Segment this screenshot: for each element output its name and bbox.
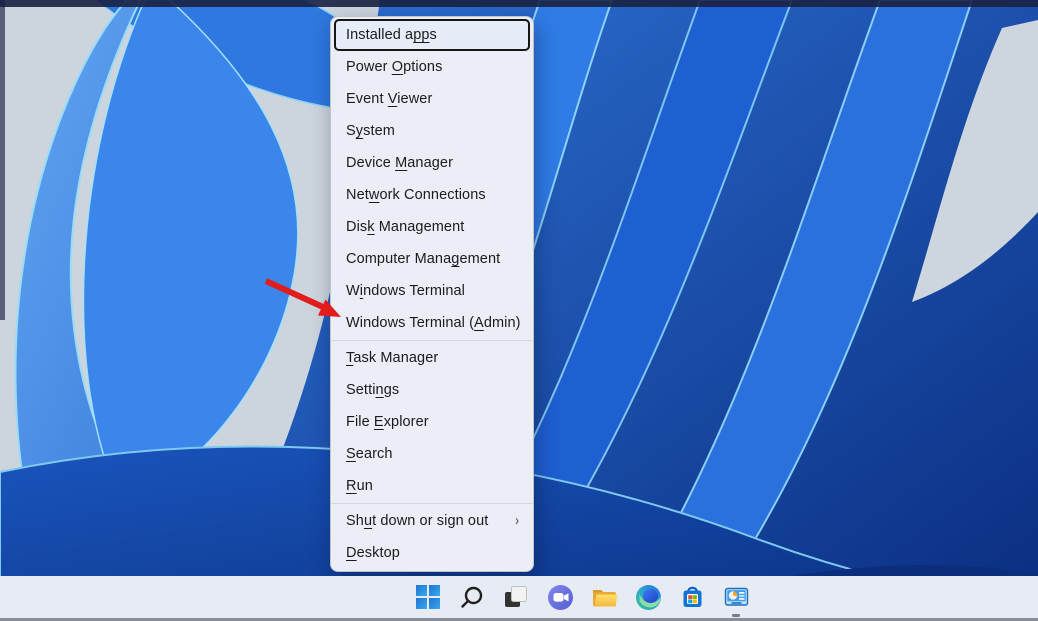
- menu-item-label: Network Connections: [346, 187, 486, 203]
- submenu-chevron-icon: ›: [515, 513, 519, 529]
- microsoft-store-icon: [679, 584, 706, 611]
- menu-item-label: Desktop: [346, 545, 400, 561]
- menu-item-task-manager[interactable]: Task Manager: [334, 342, 530, 374]
- running-app-indicator: [732, 614, 740, 617]
- menu-item-label: Installed apps: [346, 27, 437, 43]
- menu-item-label: Windows Terminal: [346, 283, 465, 299]
- menu-item-network-connections[interactable]: Network Connections: [334, 179, 530, 211]
- start-icon: [415, 584, 441, 610]
- chat-icon: [547, 584, 574, 611]
- menu-item-desktop[interactable]: Desktop: [334, 537, 530, 569]
- menu-item-windows-terminal-admin[interactable]: Windows Terminal (Admin): [334, 307, 530, 339]
- menu-item-label: Settings: [346, 382, 399, 398]
- menu-item-settings[interactable]: Settings: [334, 374, 530, 406]
- menu-item-label: Disk Management: [346, 219, 464, 235]
- task-view-icon: [503, 584, 529, 610]
- menu-item-label: Power Options: [346, 59, 442, 75]
- menu-item-installed-apps[interactable]: Installed apps: [334, 19, 530, 51]
- file-explorer-icon: [591, 584, 618, 611]
- system-monitor-icon: [723, 584, 750, 611]
- menu-item-label: Windows Terminal (Admin): [346, 315, 521, 331]
- taskbar: [0, 576, 1038, 621]
- taskbar-start-button[interactable]: [414, 583, 442, 611]
- taskbar-system-monitor-button[interactable]: [722, 583, 750, 611]
- menu-item-label: Event Viewer: [346, 91, 432, 107]
- menu-item-file-explorer[interactable]: File Explorer: [334, 406, 530, 438]
- menu-item-label: Computer Management: [346, 251, 500, 267]
- taskbar-edge-button[interactable]: [634, 583, 662, 611]
- menu-item-run[interactable]: Run: [334, 470, 530, 502]
- menu-item-label: Task Manager: [346, 350, 438, 366]
- taskbar-microsoft-store-button[interactable]: [678, 583, 706, 611]
- menu-item-windows-terminal[interactable]: Windows Terminal: [334, 275, 530, 307]
- taskbar-task-view-button[interactable]: [502, 583, 530, 611]
- menu-item-label: Shut down or sign out: [346, 513, 488, 529]
- menu-item-label: File Explorer: [346, 414, 429, 430]
- menu-item-shut-down-or-sign-out[interactable]: Shut down or sign out ›: [334, 505, 530, 537]
- menu-item-label: System: [346, 123, 395, 139]
- menu-item-label: Device Manager: [346, 155, 453, 171]
- menu-item-system[interactable]: System: [334, 115, 530, 147]
- winx-menu: Installed apps Power Options Event Viewer S…: [330, 16, 534, 572]
- menu-item-power-options[interactable]: Power Options: [334, 51, 530, 83]
- taskbar-file-explorer-button[interactable]: [590, 583, 618, 611]
- taskbar-chat-button[interactable]: [546, 583, 574, 611]
- menu-separator: [331, 340, 533, 341]
- menu-item-computer-management[interactable]: Computer Management: [334, 243, 530, 275]
- desktop: Installed apps Power Options Event Viewer S…: [0, 0, 1038, 621]
- search-icon: [459, 584, 485, 610]
- menu-item-disk-management[interactable]: Disk Management: [334, 211, 530, 243]
- menu-item-label: Run: [346, 478, 373, 494]
- menu-separator: [331, 503, 533, 504]
- menu-item-event-viewer[interactable]: Event Viewer: [334, 83, 530, 115]
- menu-item-label: Search: [346, 446, 393, 462]
- edge-icon: [635, 584, 662, 611]
- taskbar-search-button[interactable]: [458, 583, 486, 611]
- menu-item-device-manager[interactable]: Device Manager: [334, 147, 530, 179]
- menu-item-search[interactable]: Search: [334, 438, 530, 470]
